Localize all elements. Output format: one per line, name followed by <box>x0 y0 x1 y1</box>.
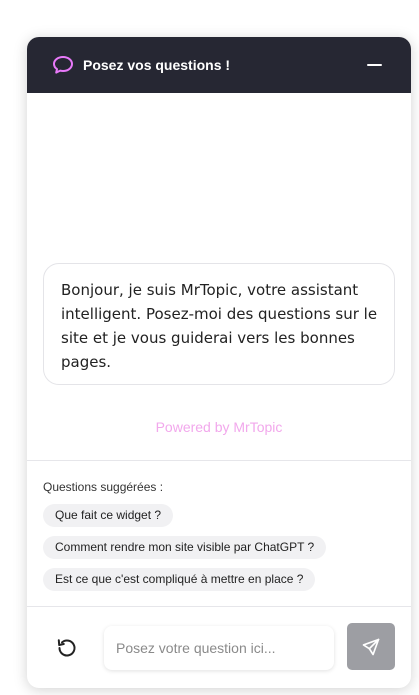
minus-icon <box>366 64 382 66</box>
chat-bubble-icon <box>53 56 73 74</box>
minimize-button[interactable] <box>363 57 385 73</box>
chat-widget: Posez vos questions ! Bonjour, je suis M… <box>27 37 411 688</box>
reset-conversation-button[interactable] <box>54 635 80 661</box>
divider <box>27 460 411 461</box>
powered-by-text: Powered by MrTopic <box>155 419 283 435</box>
suggestion-chip[interactable]: Que fait ce widget ? <box>43 504 174 527</box>
chat-header: Posez vos questions ! <box>27 37 411 93</box>
refresh-icon <box>57 639 76 657</box>
suggestion-chip[interactable]: Comment rendre mon site visible par Chat… <box>43 536 327 559</box>
divider <box>27 606 411 607</box>
send-button[interactable] <box>347 623 395 670</box>
send-icon <box>362 638 380 655</box>
question-input[interactable] <box>104 626 334 670</box>
assistant-message: Bonjour, je suis MrTopic, votre assistan… <box>43 263 395 385</box>
suggestion-chip[interactable]: Est ce que c'est compliqué à mettre en p… <box>43 568 316 591</box>
suggestions-label: Questions suggérées : <box>43 480 164 494</box>
chat-title: Posez vos questions ! <box>83 57 231 73</box>
